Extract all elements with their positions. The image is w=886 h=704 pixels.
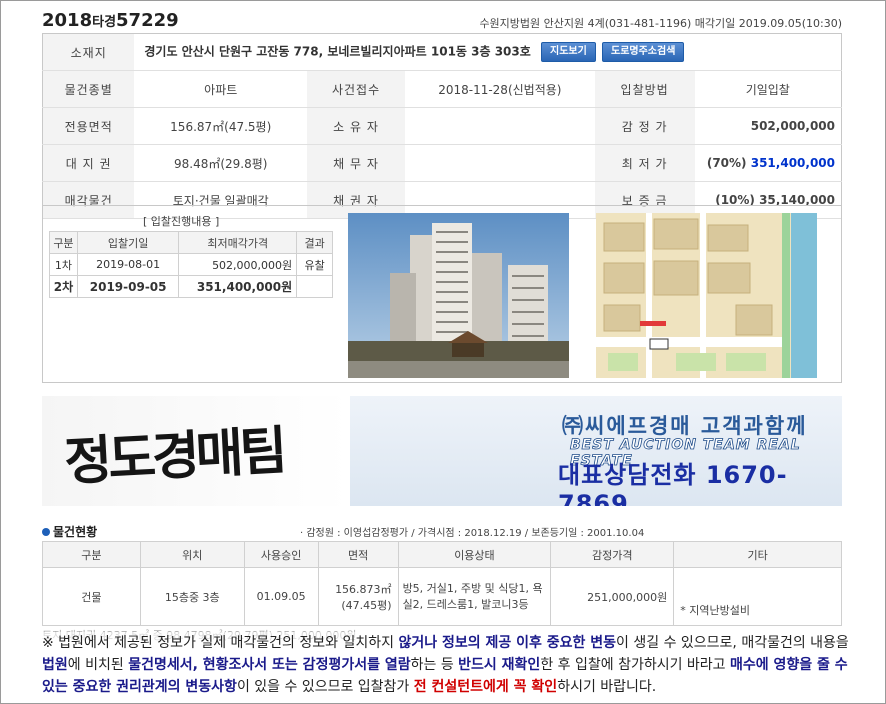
table-row: 건물 15층중 3층 01.09.05 156.873㎡ (47.45평) 방5,… [42, 567, 842, 626]
bid-col-result: 결과 [296, 231, 333, 254]
banner-info: ㈜씨에프경매 고객과함께 BEST AUCTION TEAM REAL ESTA… [350, 396, 842, 506]
status-meta: · 감정원 : 이영섭감정평가 / 가격시점 : 2018.12.19 / 보존… [300, 528, 645, 539]
address-cell: 경기도 안산시 단원구 고잔동 778, 보네르빌리지아파트 101동 3층 3… [134, 33, 842, 71]
status-etc: * 지역난방설비 [673, 567, 842, 626]
status-col-kind: 구분 [42, 541, 141, 568]
min-price-value: (70%) 351,400,000 [694, 144, 842, 182]
land-right-value: 98.48㎡(29.8평) [134, 144, 308, 182]
case-number: 2018타경57229 [42, 10, 179, 31]
status-kind: 건물 [42, 567, 141, 626]
disclaimer-notice: ※ 법원에서 제공된 정보가 실제 매각물건의 정보와 일치하지 않거나 정보의… [42, 632, 854, 698]
owner-label: 소 유 자 [307, 107, 405, 145]
table-row: 1차 2019-08-01 502,000,000원 유찰 [49, 253, 333, 276]
bullet-icon [42, 528, 50, 536]
appraisal-value: 502,000,000 [694, 107, 842, 145]
court-info: 수원지방법원 안산지원 4계(031-481-1196) 매각기일 2019.0… [479, 17, 842, 30]
min-price-label: 최 저 가 [594, 144, 695, 182]
status-col-approve: 사용승인 [243, 541, 319, 568]
status-col-area: 면적 [317, 541, 399, 568]
status-use: 방5, 거실1, 주방 및 식당1, 욕실2, 드레스룸1, 발코니3등 [397, 567, 552, 626]
status-col-etc: 기타 [673, 541, 842, 568]
banner-phone: 대표상담전화 1670-7869 [558, 461, 788, 506]
status-loc: 15층중 3층 [139, 567, 245, 626]
status-area: 156.873㎡ (47.45평) [317, 567, 399, 626]
status-col-price: 감정가격 [550, 541, 675, 568]
debtor-value [404, 144, 595, 182]
min-price-percent: (70%) [706, 156, 747, 170]
building-photo[interactable] [348, 213, 569, 378]
road-address-button[interactable]: 도로명주소검색 [602, 42, 685, 62]
table-row: 2차 2019-09-05 351,400,000원 [49, 275, 333, 298]
status-col-use: 이용상태 [397, 541, 552, 568]
map-view-button[interactable]: 지도보기 [541, 42, 596, 62]
area-label: 전용면적 [42, 107, 135, 145]
appraisal-label: 감 정 가 [594, 107, 695, 145]
type-label: 물건종별 [42, 70, 135, 108]
location-map[interactable] [596, 213, 817, 378]
location-map-image [596, 213, 817, 378]
status-title: 물건현황 [42, 523, 97, 540]
land-right-label: 대 지 권 [42, 144, 135, 182]
bid-method-value: 기일입찰 [694, 70, 842, 108]
address-label: 소재지 [42, 33, 135, 71]
bid-col-round: 구분 [49, 231, 78, 254]
status-price: 251,000,000원 [550, 567, 675, 626]
filed-label: 사건접수 [307, 70, 405, 108]
filed-value: 2018-11-28(신법적용) [404, 70, 595, 108]
status-col-loc: 위치 [139, 541, 245, 568]
bid-history-table: 구분 입찰기일 최저매각가격 결과 1차 2019-08-01 502,000,… [49, 231, 333, 298]
banner-calligraphy: 정도경매팀 [62, 420, 285, 493]
case-header: 2018타경57229 수원지방법원 안산지원 4계(031-481-1196)… [42, 6, 842, 34]
bid-method-label: 입찰방법 [594, 70, 695, 108]
type-value: 아파트 [134, 70, 308, 108]
area-value: 156.87㎡(47.5평) [134, 107, 308, 145]
address-text: 경기도 안산시 단원구 고잔동 778, 보네르빌리지아파트 101동 3층 3… [144, 44, 531, 59]
bid-col-date: 입찰기일 [76, 231, 180, 254]
status-table: 구분 위치 사용승인 면적 이용상태 감정가격 기타 건물 15층중 3층 01… [42, 541, 842, 626]
bid-and-photos: [ 입찰진행내용 ] 구분 입찰기일 최저매각가격 결과 1차 2019-08-… [42, 205, 842, 383]
bid-col-price: 최저매각가격 [178, 231, 298, 254]
owner-value [404, 107, 595, 145]
banner-company: ㈜씨에프경매 고객과함께 [562, 414, 808, 438]
bid-history-title: [ 입찰진행내용 ] [143, 215, 220, 228]
status-approve: 01.09.05 [243, 567, 319, 626]
status-header: 물건현황 · 감정원 : 이영섭감정평가 / 가격시점 : 2018.12.19… [42, 522, 842, 540]
debtor-label: 채 무 자 [307, 144, 405, 182]
building-photo-image [348, 213, 569, 378]
ad-banner[interactable]: 정도경매팀 ㈜씨에프경매 고객과함께 BEST AUCTION TEAM REA… [42, 396, 842, 506]
property-info-table: 소재지 경기도 안산시 단원구 고잔동 778, 보네르빌리지아파트 101동 … [42, 33, 842, 219]
min-price-amount: 351,400,000 [750, 156, 835, 170]
